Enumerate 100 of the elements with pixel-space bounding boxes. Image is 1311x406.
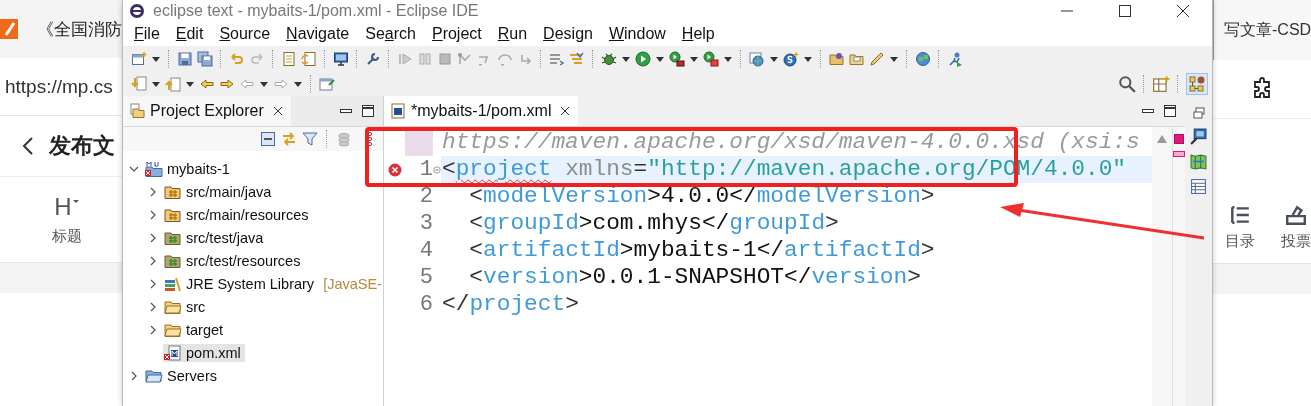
window-title: eclipse text - mybaits-1/pom.xml - Eclipse IDE	[153, 2, 479, 20]
error-marker-icon[interactable]	[1174, 134, 1184, 144]
menu-item[interactable]: Edit	[167, 25, 212, 43]
library-books-icon	[164, 275, 182, 292]
xml-file-icon	[164, 344, 182, 361]
menu-item[interactable]: Source	[211, 25, 279, 43]
chevron-icon[interactable]	[148, 301, 158, 312]
tree-item[interactable]: pom.xml	[163, 343, 245, 362]
caret-icon	[71, 197, 80, 205]
chevron-icon[interactable]	[148, 278, 158, 289]
heading-tool[interactable]: H 标题	[52, 193, 82, 246]
menu-item[interactable]: Design	[535, 25, 601, 43]
line-number: 5	[419, 265, 433, 290]
folder-icon	[164, 298, 182, 315]
run-external-icon[interactable]	[669, 50, 685, 67]
package-folder-icon	[164, 229, 182, 246]
chevron-icon[interactable]	[148, 324, 158, 335]
view-tab[interactable]: Project Explorer	[123, 96, 291, 126]
package-folder-icon	[164, 252, 182, 269]
list-arrow-icon[interactable]	[569, 50, 585, 67]
table-icon[interactable]	[1190, 178, 1207, 195]
tree-item[interactable]: target	[163, 320, 228, 339]
address-field[interactable]: https://mp.cs	[0, 75, 113, 98]
code-line: </project>	[441, 291, 579, 318]
maximize-view-icon[interactable]	[1163, 104, 1177, 118]
line-number: 3	[419, 211, 433, 236]
close-icon[interactable]	[272, 106, 283, 116]
warning-marker-icon[interactable]	[1173, 151, 1185, 157]
tree-item[interactable]: src/test/resources	[163, 251, 305, 270]
monitor-pen-icon[interactable]	[1190, 128, 1207, 145]
tree-item[interactable]: mybaits-1	[144, 159, 234, 178]
collapse-all-icon[interactable]	[260, 131, 276, 147]
wrench-icon[interactable]	[365, 50, 381, 67]
maximize-icon	[1119, 5, 1131, 17]
tree-item[interactable]: src/main/java	[163, 182, 276, 201]
new-window-icon[interactable]	[131, 50, 147, 67]
save-icon[interactable]	[177, 50, 193, 67]
chevron-icon[interactable]	[148, 232, 158, 243]
pen-icon[interactable]	[869, 50, 885, 67]
close-icon[interactable]	[560, 106, 571, 116]
code-line: <artifactId>mybaits-1</artifactId>	[468, 237, 935, 264]
ballot-box-icon	[1285, 204, 1307, 226]
tree-item[interactable]: JRE System Library [JavaSE-	[163, 274, 386, 293]
s-circle-icon[interactable]	[783, 50, 799, 67]
menu-item[interactable]: Run	[489, 25, 536, 43]
document-icon[interactable]	[281, 50, 297, 67]
tree-item[interactable]: src/test/java	[163, 228, 268, 247]
line-number: 4	[419, 238, 433, 263]
menu-item[interactable]: Help	[673, 25, 723, 43]
search-icon[interactable]	[1118, 74, 1136, 93]
list-icon	[1229, 204, 1251, 226]
open-perspective-icon[interactable]	[1152, 74, 1170, 93]
menu-item[interactable]: Project	[423, 25, 490, 43]
document-arrows-icon[interactable]	[301, 50, 317, 67]
view-menu-icon[interactable]	[367, 131, 373, 147]
code-line: <modelVersion>4.0.0</modelVersion>	[468, 183, 935, 210]
run-icon[interactable]	[635, 50, 651, 67]
package-folder-icon	[164, 206, 182, 223]
line-number: 1	[419, 157, 433, 182]
eclipse-logo-icon	[129, 3, 145, 19]
chevron-icon[interactable]	[129, 370, 139, 381]
line-number: 2	[419, 184, 433, 209]
page-title: 发布文	[49, 132, 115, 160]
back-chevron-icon[interactable]	[22, 136, 34, 156]
tree-item[interactable]: src/main/resources	[163, 205, 313, 224]
code-line: <groupId>com.mhys</groupId>	[468, 210, 839, 237]
tree-item[interactable]: Servers	[144, 366, 221, 385]
map-icon[interactable]	[1190, 153, 1207, 170]
monitor-icon[interactable]	[333, 50, 349, 67]
folder-icon	[145, 367, 163, 384]
chevron-icon[interactable]	[148, 209, 158, 220]
pinned-window-icon[interactable]	[319, 75, 335, 92]
outline-tool[interactable]: 目录	[1225, 204, 1255, 251]
scroll-up-icon[interactable]	[1157, 135, 1167, 143]
menu-item[interactable]: File	[126, 25, 168, 43]
chevron-icon[interactable]	[148, 186, 158, 197]
globe-window-icon[interactable]	[749, 50, 765, 67]
open-folder-icon[interactable]	[829, 50, 845, 67]
menu-item[interactable]: Window	[600, 25, 674, 43]
code-line: <version>0.0.1-SNAPSHOT</version>	[468, 264, 921, 291]
maximize-view-icon[interactable]	[361, 104, 375, 118]
perspective-button[interactable]	[1186, 72, 1208, 95]
save-all-icon[interactable]	[197, 50, 213, 67]
runner-icon[interactable]	[947, 50, 963, 67]
package-folder-icon	[164, 183, 182, 200]
run-server-icon[interactable]	[703, 50, 719, 67]
vote-tool[interactable]: 投票	[1281, 204, 1311, 251]
editor-tab[interactable]: *mybaits-1/pom.xml	[384, 96, 579, 126]
close-icon	[1177, 5, 1189, 17]
menu-item[interactable]: Search	[357, 25, 424, 43]
chevron-icon[interactable]	[148, 255, 158, 266]
folder-icon	[129, 103, 145, 119]
menu-item[interactable]: Navigate	[278, 25, 358, 43]
project-folder-icon	[145, 160, 163, 177]
line-number: 6	[419, 292, 433, 317]
globe-icon[interactable]	[915, 50, 931, 67]
tree-item[interactable]: src	[163, 297, 210, 316]
filter-icon[interactable]	[302, 131, 318, 147]
xml-file-icon	[390, 103, 406, 119]
restore-icon[interactable]	[1191, 106, 1206, 120]
